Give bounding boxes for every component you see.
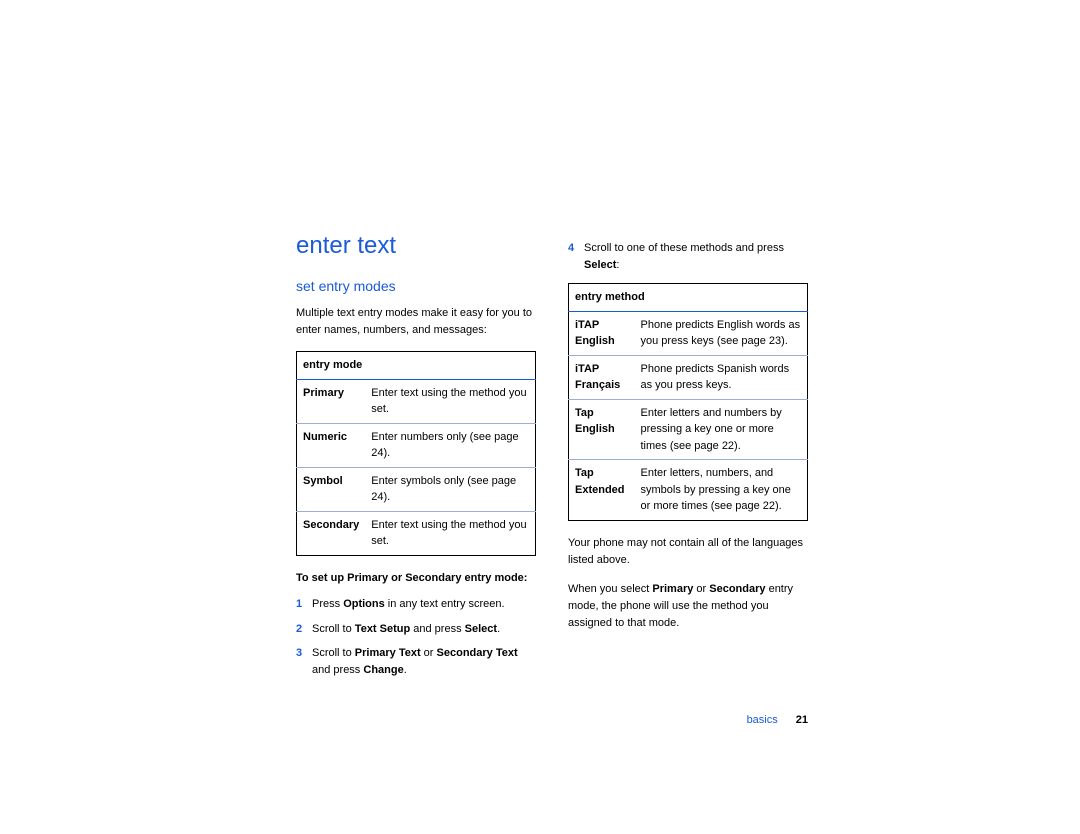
- method-desc: Phone predicts English words as you pres…: [635, 311, 808, 355]
- heading-set-entry-modes: set entry modes: [296, 276, 536, 297]
- table-row: Numeric Enter numbers only (see page 24)…: [297, 423, 536, 467]
- table-row: Secondary Enter text using the method yo…: [297, 511, 536, 555]
- table-row: iTAP English Phone predicts English word…: [569, 311, 808, 355]
- method-desc: Phone predicts Spanish words as you pres…: [635, 355, 808, 399]
- footer-section: basics: [747, 714, 778, 726]
- setup-subhead: To set up Primary or Secondary entry mod…: [296, 570, 536, 587]
- table-row: Symbol Enter symbols only (see page 24).: [297, 467, 536, 511]
- setup-steps: Press Options in any text entry screen. …: [296, 596, 536, 678]
- intro-text: Multiple text entry modes make it easy f…: [296, 305, 536, 339]
- mode-name: Numeric: [297, 423, 366, 467]
- method-name: Tap English: [569, 399, 635, 460]
- mode-name: Symbol: [297, 467, 366, 511]
- method-name: iTAP Français: [569, 355, 635, 399]
- right-column: Scroll to one of these methods and press…: [568, 228, 808, 686]
- step-2: Scroll to Text Setup and press Select.: [296, 621, 536, 638]
- mode-name: Primary: [297, 379, 366, 423]
- mode-desc: Enter text using the method you set.: [365, 379, 535, 423]
- footer-page-number: 21: [796, 714, 808, 726]
- table-row: Primary Enter text using the method you …: [297, 379, 536, 423]
- step-1: Press Options in any text entry screen.: [296, 596, 536, 613]
- entry-mode-table: entry mode Primary Enter text using the …: [296, 351, 536, 556]
- method-name: iTAP English: [569, 311, 635, 355]
- entry-mode-header: entry mode: [297, 352, 536, 380]
- table-row: Tap English Enter letters and numbers by…: [569, 399, 808, 460]
- page-footer: basics 21: [747, 712, 808, 729]
- table-row: iTAP Français Phone predicts Spanish wor…: [569, 355, 808, 399]
- method-desc: Enter letters, numbers, and symbols by p…: [635, 460, 808, 521]
- entry-method-header: entry method: [569, 284, 808, 312]
- method-desc: Enter letters and numbers by pressing a …: [635, 399, 808, 460]
- mode-desc: Enter symbols only (see page 24).: [365, 467, 535, 511]
- left-column: enter text set entry modes Multiple text…: [296, 228, 536, 686]
- mode-name: Secondary: [297, 511, 366, 555]
- manual-page: enter text set entry modes Multiple text…: [296, 228, 808, 686]
- mode-desc: Enter numbers only (see page 24).: [365, 423, 535, 467]
- method-name: Tap Extended: [569, 460, 635, 521]
- step-4: Scroll to one of these methods and press…: [568, 240, 808, 273]
- mode-desc: Enter text using the method you set.: [365, 511, 535, 555]
- step-3: Scroll to Primary Text or Secondary Text…: [296, 645, 536, 678]
- language-note: Your phone may not contain all of the la…: [568, 535, 808, 569]
- mode-note: When you select Primary or Secondary ent…: [568, 581, 808, 632]
- entry-method-table: entry method iTAP English Phone predicts…: [568, 283, 808, 521]
- table-row: Tap Extended Enter letters, numbers, and…: [569, 460, 808, 521]
- heading-enter-text: enter text: [296, 228, 536, 264]
